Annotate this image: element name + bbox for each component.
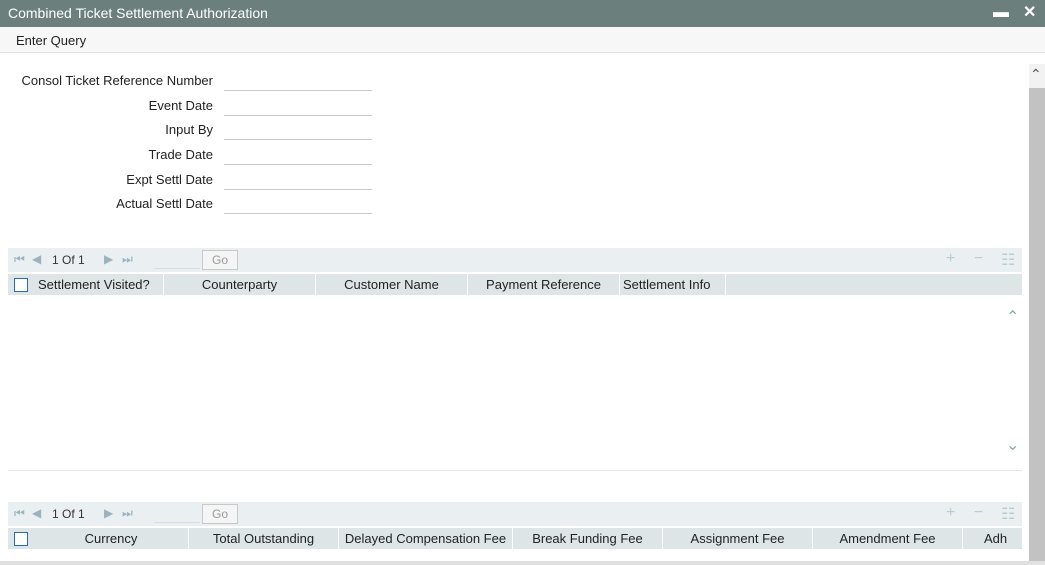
event-date-input[interactable] [224,96,372,116]
grid-scroll-down-icon[interactable]: ⌄ [1006,435,1019,455]
page-info: 1 Of 1 [52,507,85,521]
add-row-icon[interactable]: + [946,250,955,268]
bottom-border [0,561,1045,565]
prev-page-icon[interactable]: ◀ [32,252,41,266]
consol-ticket-ref-input[interactable] [224,71,372,91]
page-number-input[interactable] [154,251,200,269]
window-title: Combined Ticket Settlement Authorization [8,5,268,21]
select-all-checkbox[interactable] [14,532,28,546]
col-currency[interactable]: Currency [34,528,189,549]
col-total-outstanding[interactable]: Total Outstanding [189,528,339,549]
page-info: 1 Of 1 [52,253,85,267]
go-button[interactable]: Go [202,504,238,524]
col-customer-name[interactable]: Customer Name [316,274,468,295]
window-titlebar: Combined Ticket Settlement Authorization… [0,0,1045,27]
next-page-icon[interactable]: ▶ [104,506,113,520]
page-scrollbar[interactable]: ⌃ [1029,64,1045,561]
col-counterparty[interactable]: Counterparty [164,274,316,295]
first-page-icon[interactable]: ⏮ [14,506,25,521]
remove-row-icon[interactable]: − [974,250,983,268]
actual-settl-date-label: Actual Settl Date [116,196,213,211]
remove-row-icon[interactable]: − [974,504,983,522]
col-delayed-compensation-fee[interactable]: Delayed Compensation Fee [339,528,513,549]
last-page-icon[interactable]: ⏭ [122,252,133,267]
actual-settl-date-input[interactable] [224,194,372,214]
next-page-icon[interactable]: ▶ [104,252,113,266]
columns-icon[interactable]: ☷ [1001,504,1015,524]
last-page-icon[interactable]: ⏭ [122,506,133,521]
enter-query-menu-item[interactable]: Enter Query [16,33,86,48]
input-by-input[interactable] [224,120,372,140]
grid-scroll-up-icon[interactable]: ⌃ [1006,307,1019,327]
select-all-checkbox[interactable] [14,278,28,292]
event-date-label: Event Date [148,98,213,113]
col-settlement-visited[interactable]: Settlement Visited? [34,274,164,295]
prev-page-icon[interactable]: ◀ [32,506,41,520]
fee-grid-pager: ⏮ ◀ 1 Of 1 ▶ ⏭ Go + − ☷ [8,502,1022,526]
input-by-label: Input By [165,122,213,137]
trade-date-label: Trade Date [148,147,213,162]
col-settlement-info[interactable]: Settlement Info [620,274,726,295]
col-break-funding-fee[interactable]: Break Funding Fee [513,528,663,549]
fee-grid-header: Currency Total Outstanding Delayed Compe… [8,528,1022,549]
settlement-grid-pager: ⏮ ◀ 1 Of 1 ▶ ⏭ Go + − ☷ [8,248,1022,272]
settlement-grid-header: Settlement Visited? Counterparty Custome… [8,274,1022,295]
settlement-grid-body: ⌃ ⌄ [8,295,1022,471]
col-payment-reference[interactable]: Payment Reference [468,274,620,295]
consol-ticket-ref-label: Consol Ticket Reference Number [21,73,213,88]
col-assignment-fee[interactable]: Assignment Fee [663,528,813,549]
go-button[interactable]: Go [202,250,238,270]
add-row-icon[interactable]: + [946,504,955,522]
columns-icon[interactable]: ☷ [1001,250,1015,270]
minimize-icon[interactable]: ▬ [993,3,1009,23]
scrollbar-thumb[interactable] [1029,88,1045,561]
expt-settl-date-input[interactable] [224,170,372,190]
first-page-icon[interactable]: ⏮ [14,252,25,267]
expt-settl-date-label: Expt Settl Date [126,172,213,187]
menu-bar: Enter Query [0,27,1045,53]
page-number-input[interactable] [154,505,200,523]
col-amendment-fee[interactable]: Amendment Fee [813,528,963,549]
col-adh[interactable]: Adh [963,528,1022,549]
close-icon[interactable]: ✕ [1023,3,1036,23]
trade-date-input[interactable] [224,145,372,165]
scroll-up-icon[interactable]: ⌃ [1030,66,1042,83]
